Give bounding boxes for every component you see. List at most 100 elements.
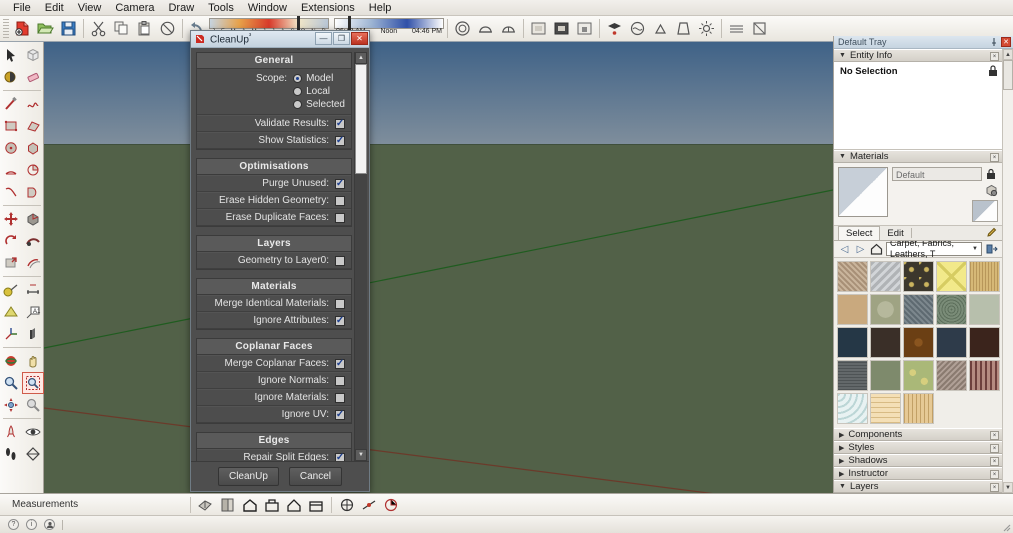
zoom-window-tool[interactable] — [22, 372, 44, 394]
material-preview-swatch[interactable] — [838, 167, 888, 217]
walk-tool[interactable] — [0, 443, 22, 465]
window-resize-grip[interactable] — [999, 520, 1011, 532]
sandbox-from-contours-icon[interactable] — [603, 17, 626, 40]
maximize-button[interactable]: ❐ — [333, 32, 350, 45]
material-swatch[interactable] — [837, 261, 868, 292]
menu-file[interactable]: File — [6, 1, 38, 15]
checkbox[interactable] — [335, 393, 345, 403]
material-swatch[interactable] — [837, 327, 868, 358]
follow-me-tool[interactable] — [22, 230, 44, 252]
panel-close-icon[interactable]: × — [990, 457, 999, 466]
details-icon[interactable] — [985, 243, 998, 256]
help-icon[interactable]: ? — [8, 519, 19, 530]
previous-view-tool[interactable] — [22, 394, 44, 416]
menu-draw[interactable]: Draw — [161, 1, 201, 15]
scroll-thumb[interactable] — [1003, 60, 1013, 90]
scope-option-local[interactable]: Local — [293, 86, 345, 97]
checkbox[interactable] — [335, 119, 345, 129]
front-view-icon[interactable] — [217, 495, 239, 515]
tab-select[interactable]: Select — [838, 226, 880, 240]
toolbar-grip[interactable] — [3, 19, 9, 39]
lock-icon[interactable] — [985, 168, 998, 181]
material-swatch[interactable] — [870, 393, 901, 424]
fog-icon[interactable] — [725, 17, 748, 40]
panel-close-icon[interactable]: × — [990, 431, 999, 440]
material-swatch[interactable] — [969, 327, 1000, 358]
paste-icon[interactable] — [133, 17, 156, 40]
two-point-arc-tool[interactable] — [0, 181, 22, 203]
save-file-icon[interactable] — [57, 17, 80, 40]
copy-icon[interactable] — [110, 17, 133, 40]
checkbox[interactable] — [335, 316, 345, 326]
material-name-field[interactable]: Default — [892, 167, 982, 181]
line-tool[interactable] — [0, 93, 22, 115]
account-icon[interactable] — [44, 519, 55, 530]
checkbox[interactable] — [335, 299, 345, 309]
minimize-button[interactable]: — — [315, 32, 332, 45]
dialog-titlebar[interactable]: CleanUp³ — ❐ ✕ — [191, 31, 369, 48]
shadow-time-handle[interactable] — [348, 16, 351, 31]
material-swatch[interactable] — [903, 294, 934, 325]
option-erase-hidden-geometry[interactable]: Erase Hidden Geometry: — [197, 192, 351, 209]
scroll-track[interactable] — [355, 64, 367, 449]
info-icon[interactable]: i — [26, 519, 37, 530]
menu-extensions[interactable]: Extensions — [294, 1, 362, 15]
tab-edit[interactable]: Edit — [880, 227, 910, 240]
move-tool[interactable] — [0, 208, 22, 230]
menu-camera[interactable]: Camera — [108, 1, 161, 15]
new-file-icon[interactable] — [11, 17, 34, 40]
material-swatch[interactable] — [903, 327, 934, 358]
option-purge-unused[interactable]: Purge Unused: — [197, 175, 351, 192]
option-show-statistics[interactable]: Show Statistics: — [197, 132, 351, 149]
hidden-line-icon[interactable] — [527, 17, 550, 40]
rectangle-tool[interactable] — [0, 115, 22, 137]
tray-titlebar[interactable]: Default Tray ✕ — [834, 36, 1013, 49]
scroll-track[interactable] — [1003, 60, 1013, 482]
panel-header-styles[interactable]: ▶ Styles × — [834, 441, 1002, 454]
shadow-date-track[interactable] — [209, 18, 329, 29]
panel-close-icon[interactable]: × — [990, 470, 999, 479]
cleanup-dialog[interactable]: CleanUp³ — ❐ ✕ General Scope: Model — [190, 30, 370, 492]
option-repair-split-edges[interactable]: Repair Split Edges: — [197, 449, 351, 461]
scroll-down-arrow[interactable]: ▼ — [1003, 482, 1013, 493]
axes-icon[interactable] — [336, 495, 358, 515]
material-library-select[interactable]: Carpet, Fabrics, Leathers, T ▼ — [886, 242, 982, 256]
option-merge-coplanar-faces[interactable]: Merge Coplanar Faces: — [197, 355, 351, 372]
radio-button[interactable] — [293, 87, 302, 96]
panel-header-components[interactable]: ▶ Components × — [834, 428, 1002, 441]
menu-help[interactable]: Help — [362, 1, 399, 15]
material-swatch[interactable] — [936, 327, 967, 358]
nav-forward-icon[interactable]: ▷ — [854, 243, 867, 256]
open-file-icon[interactable] — [34, 17, 57, 40]
wireframe-icon[interactable] — [497, 17, 520, 40]
axes-tool[interactable] — [0, 323, 22, 345]
checkbox[interactable] — [335, 179, 345, 189]
material-secondary-swatch[interactable] — [972, 200, 998, 222]
material-swatch[interactable] — [837, 294, 868, 325]
material-swatch[interactable] — [969, 261, 1000, 292]
angle-icon[interactable] — [358, 495, 380, 515]
display-shadows-icon[interactable] — [695, 17, 718, 40]
scroll-down-arrow[interactable]: ▼ — [355, 449, 367, 461]
panel-close-icon[interactable]: × — [990, 153, 999, 162]
text-tool[interactable]: A1 — [22, 301, 44, 323]
eyedropper-icon[interactable] — [985, 227, 997, 239]
close-button[interactable]: ✕ — [351, 32, 368, 45]
material-swatch[interactable] — [969, 360, 1000, 391]
protractor-icon[interactable] — [380, 495, 402, 515]
radio-button[interactable] — [293, 74, 302, 83]
arc-tool[interactable] — [0, 159, 22, 181]
create-material-icon[interactable] — [985, 184, 998, 197]
shadow-date-handle[interactable] — [297, 16, 300, 31]
drape-icon[interactable] — [672, 17, 695, 40]
menu-edit[interactable]: Edit — [38, 1, 71, 15]
scope-option-selected[interactable]: Selected — [293, 99, 345, 110]
rotated-rectangle-tool[interactable] — [22, 115, 44, 137]
home-view-icon[interactable] — [239, 495, 261, 515]
xray-style-icon[interactable] — [451, 17, 474, 40]
look-around-tool[interactable] — [22, 421, 44, 443]
material-swatch[interactable] — [870, 294, 901, 325]
material-swatch[interactable] — [870, 327, 901, 358]
scale-tool[interactable] — [0, 252, 22, 274]
menu-tools[interactable]: Tools — [201, 1, 241, 15]
